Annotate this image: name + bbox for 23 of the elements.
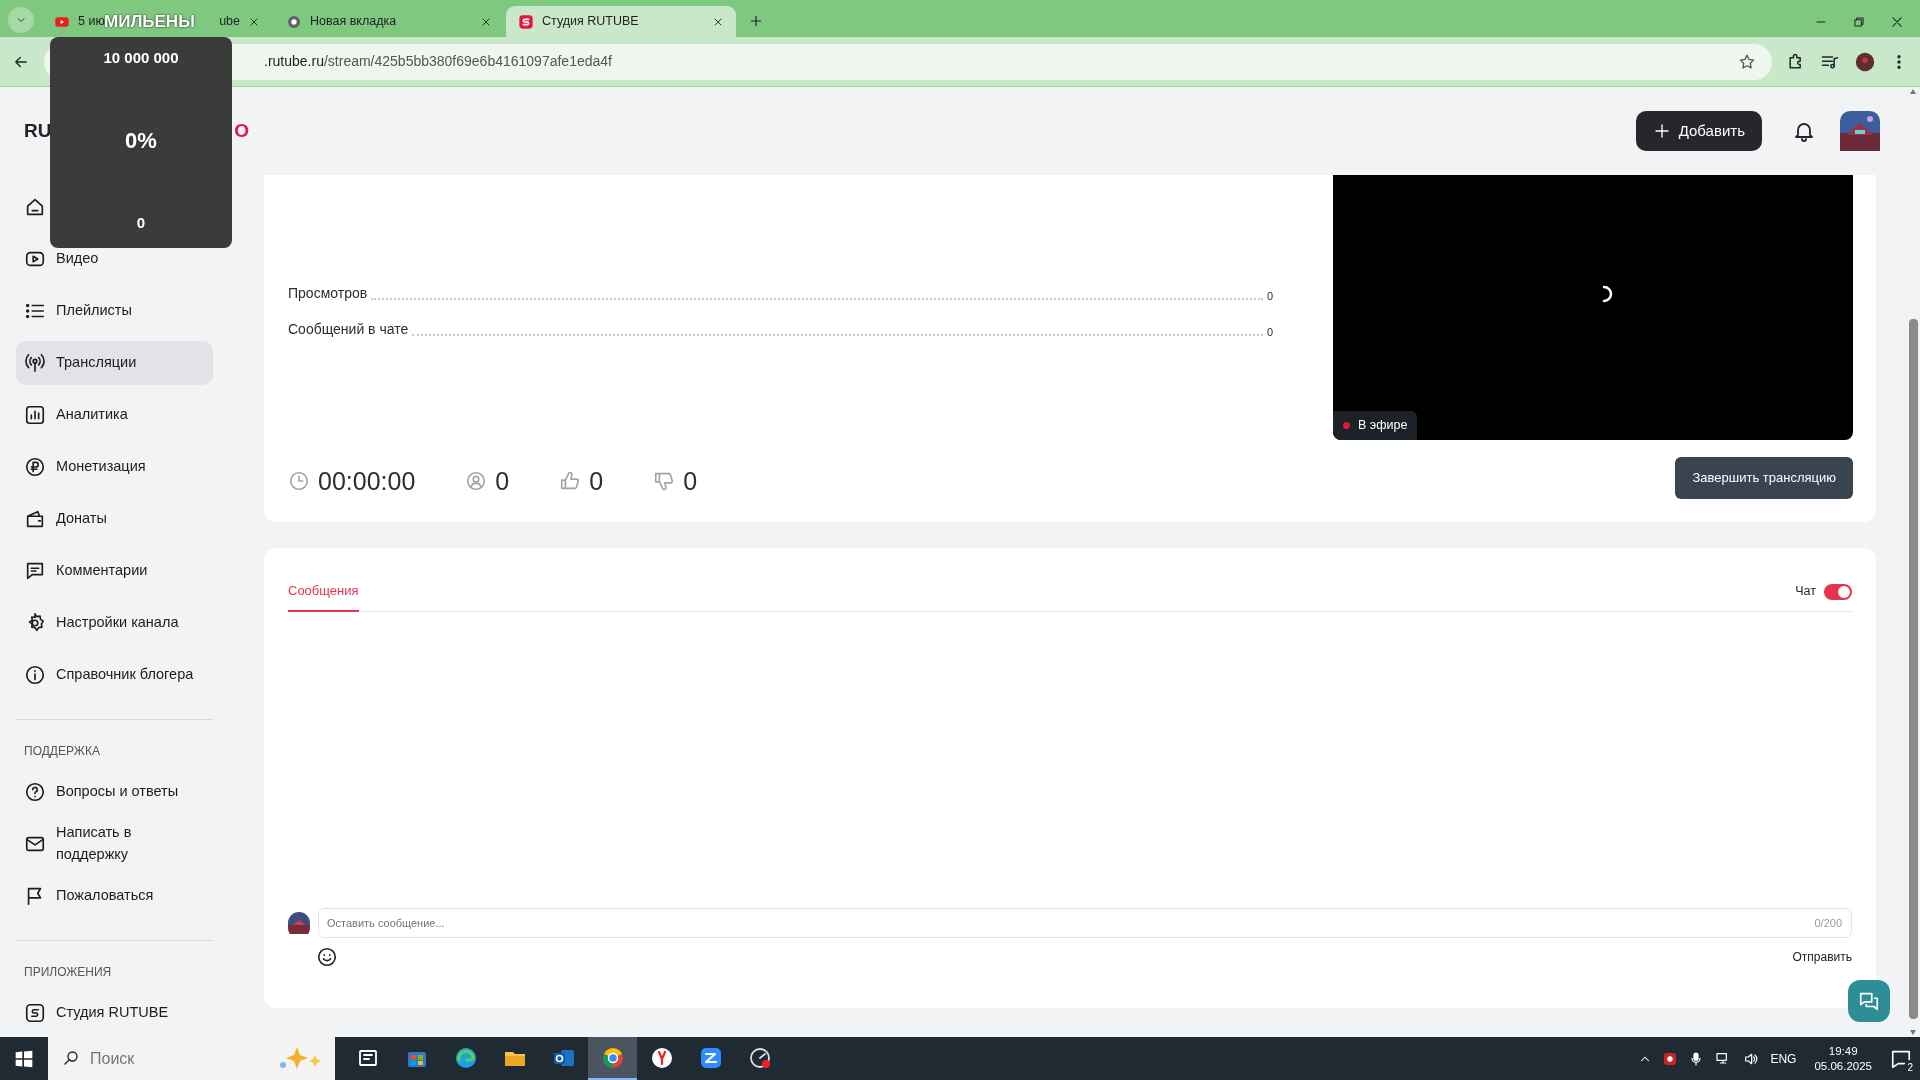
percent-value: 0% [125,127,157,155]
tab-title: Студия RUTUBE [542,13,639,31]
live-badge: В эфире [1333,411,1418,440]
counter-value: 0 [683,465,698,497]
logo-text: O [234,118,249,143]
tab-title: ube [219,13,240,31]
count-value: 0 [136,212,146,233]
stat-label: Просмотров [288,284,368,303]
stat-value: 0 [1266,288,1273,304]
char-counter: 0/200 [1814,915,1842,931]
stat-label: Сообщений в чате [288,320,409,339]
section-heading: ПОДДЕРЖКА [23,743,101,760]
stat-value: 0 [1266,324,1273,340]
url-text: /stream/425b5bb380f69e6b4161097afe1eda4f [323,52,612,71]
counter-value: 00:00:00 [318,465,416,497]
url-text: .rutube.ru [264,52,324,71]
counter-value: 0 [589,465,604,497]
overlay-title: МИЛЬЕНЫ [104,11,195,33]
toggle-label: Чат [1795,583,1816,601]
section-heading: ПРИЛОЖЕНИЯ [23,964,113,981]
counter-value: 0 [495,465,510,497]
logo-text: RU [24,118,52,143]
goal-amount: 10 000 000 [103,48,179,68]
